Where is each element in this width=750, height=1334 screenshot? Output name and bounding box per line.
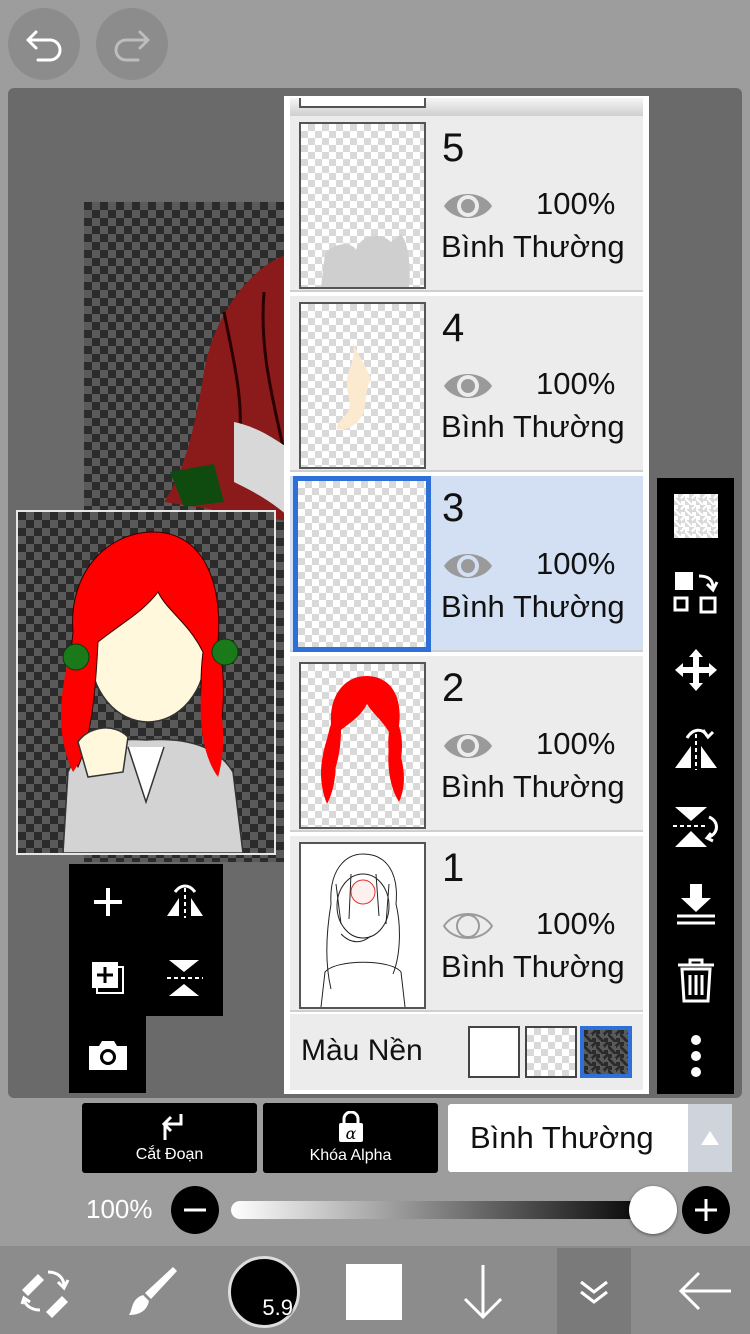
layer-blend-mode: Bình Thường [441,589,625,624]
more-options-button[interactable] [657,1024,734,1088]
visibility-eye-icon[interactable] [442,366,494,406]
layers-toggle-button[interactable] [557,1248,631,1334]
camera-icon [88,1040,127,1070]
undo-icon [26,30,62,62]
opacity-slider-thumb[interactable] [629,1186,677,1234]
merge-down-button[interactable] [657,871,734,935]
transparency-button[interactable] [657,484,734,548]
layer-opacity: 100% [536,726,616,761]
layer-down-button[interactable] [448,1252,518,1330]
background-checker-swatch[interactable] [525,1026,577,1078]
opacity-slider-track[interactable] [231,1201,653,1219]
background-color-row: Màu Nền [290,1014,643,1090]
preview-artwork [61,531,244,854]
layer-number: 5 [442,126,465,170]
flip-vertical-button[interactable] [657,794,734,858]
visibility-eye-icon[interactable] [442,546,494,586]
layer-row-selected[interactable]: 3 100% Bình Thường [290,476,643,652]
camera-import-button[interactable] [69,1016,146,1093]
plus-icon [93,888,122,916]
brush-size-value: 5.9 [262,1295,293,1320]
flip-horizontal-button[interactable] [657,717,734,781]
layer-row[interactable]: 4 100% Bình Thường [290,296,643,472]
duplicate-layer-button[interactable] [69,940,146,1016]
reference-preview[interactable] [16,510,276,855]
more-vert-icon [690,1035,701,1077]
layer-blend-mode: Bình Thường [441,949,625,984]
layer-thumbnail [299,842,426,1009]
opacity-label: 100% [86,1194,153,1224]
background-white-swatch[interactable] [468,1026,520,1078]
duplicate-layer-icon [91,962,124,994]
visibility-eye-icon[interactable] [442,726,494,766]
flip-vertical-icon [672,807,718,847]
pen-eraser-icon [20,1270,70,1318]
back-button[interactable] [670,1252,740,1330]
svg-text:α: α [345,1124,356,1143]
brush-icon [129,1267,177,1315]
layer-number: 4 [442,306,465,350]
double-chevron-down-icon [580,1280,608,1304]
layer-opacity: 100% [536,186,616,221]
brush-tool-button[interactable] [118,1252,188,1330]
layer-thumbnail [293,476,431,652]
flip-horizontal-icon [674,728,717,770]
flip-vertical-icon [166,960,203,996]
clipping-icon [161,1114,182,1140]
flip-layer-horizontal-button[interactable] [146,864,223,940]
transform-button[interactable] [657,561,734,625]
transparency-icon [673,494,718,538]
transform-icon [673,572,718,614]
chevron-up-icon [701,1131,719,1145]
clipping-button[interactable]: Cắt Đoạn [82,1103,257,1173]
layer-opacity: 100% [536,366,616,401]
layer-number: 1 [442,846,465,890]
layer-opacity: 100% [536,546,616,581]
move-button[interactable] [657,638,734,702]
alpha-lock-label: Khóa Alpha [309,1147,392,1164]
layers-scroll-top [290,98,643,116]
layer-number: 2 [442,666,465,710]
layer-blend-mode: Bình Thường [441,769,625,804]
blend-mode-dropdown-toggle[interactable] [688,1104,732,1172]
flip-horizontal-icon [166,884,203,918]
add-layer-button[interactable] [69,864,146,940]
minus-icon [184,1208,206,1212]
opacity-decrease-button[interactable] [171,1186,219,1234]
layer-opacity: 100% [536,906,616,941]
background-label: Màu Nền [301,1034,423,1067]
trash-icon [677,958,714,1003]
layer-thumbnail [299,302,426,469]
layer-row[interactable]: 2 100% Bình Thường [290,656,643,832]
background-dark-swatch[interactable] [580,1026,632,1078]
redo-button[interactable] [96,8,168,80]
layer-blend-mode: Bình Thường [441,229,625,264]
blend-mode-value: Bình Thường [470,1120,654,1155]
redo-icon [114,30,150,62]
brush-size-button[interactable]: 5.9 [228,1256,300,1328]
hidden-eye-icon[interactable] [442,906,494,946]
delete-layer-button[interactable] [657,948,734,1012]
layer-number: 3 [442,486,465,530]
alpha-lock-icon: α [338,1111,363,1143]
layer-row[interactable]: 1 100% Bình Thường [290,836,643,1012]
arrow-down-icon [463,1265,503,1319]
move-icon [674,649,717,691]
opacity-increase-button[interactable] [682,1186,730,1234]
merge-down-icon [676,884,715,925]
visibility-eye-icon[interactable] [442,186,494,226]
color-swatch-button[interactable] [346,1264,402,1320]
undo-button[interactable] [8,8,80,80]
alpha-lock-button[interactable]: α Khóa Alpha [263,1103,438,1173]
layer-row[interactable]: 5 100% Bình Thường [290,116,643,292]
arrow-left-icon [678,1271,731,1311]
layer-thumbnail [299,122,426,289]
flip-layer-vertical-button[interactable] [146,940,223,1016]
selection-tools-button[interactable] [10,1252,80,1330]
plus-icon [695,1199,717,1221]
blend-mode-select[interactable]: Bình Thường [448,1104,732,1172]
layer-thumbnail [299,662,426,829]
clipping-label: Cắt Đoạn [135,1146,204,1163]
layer-blend-mode: Bình Thường [441,409,625,444]
